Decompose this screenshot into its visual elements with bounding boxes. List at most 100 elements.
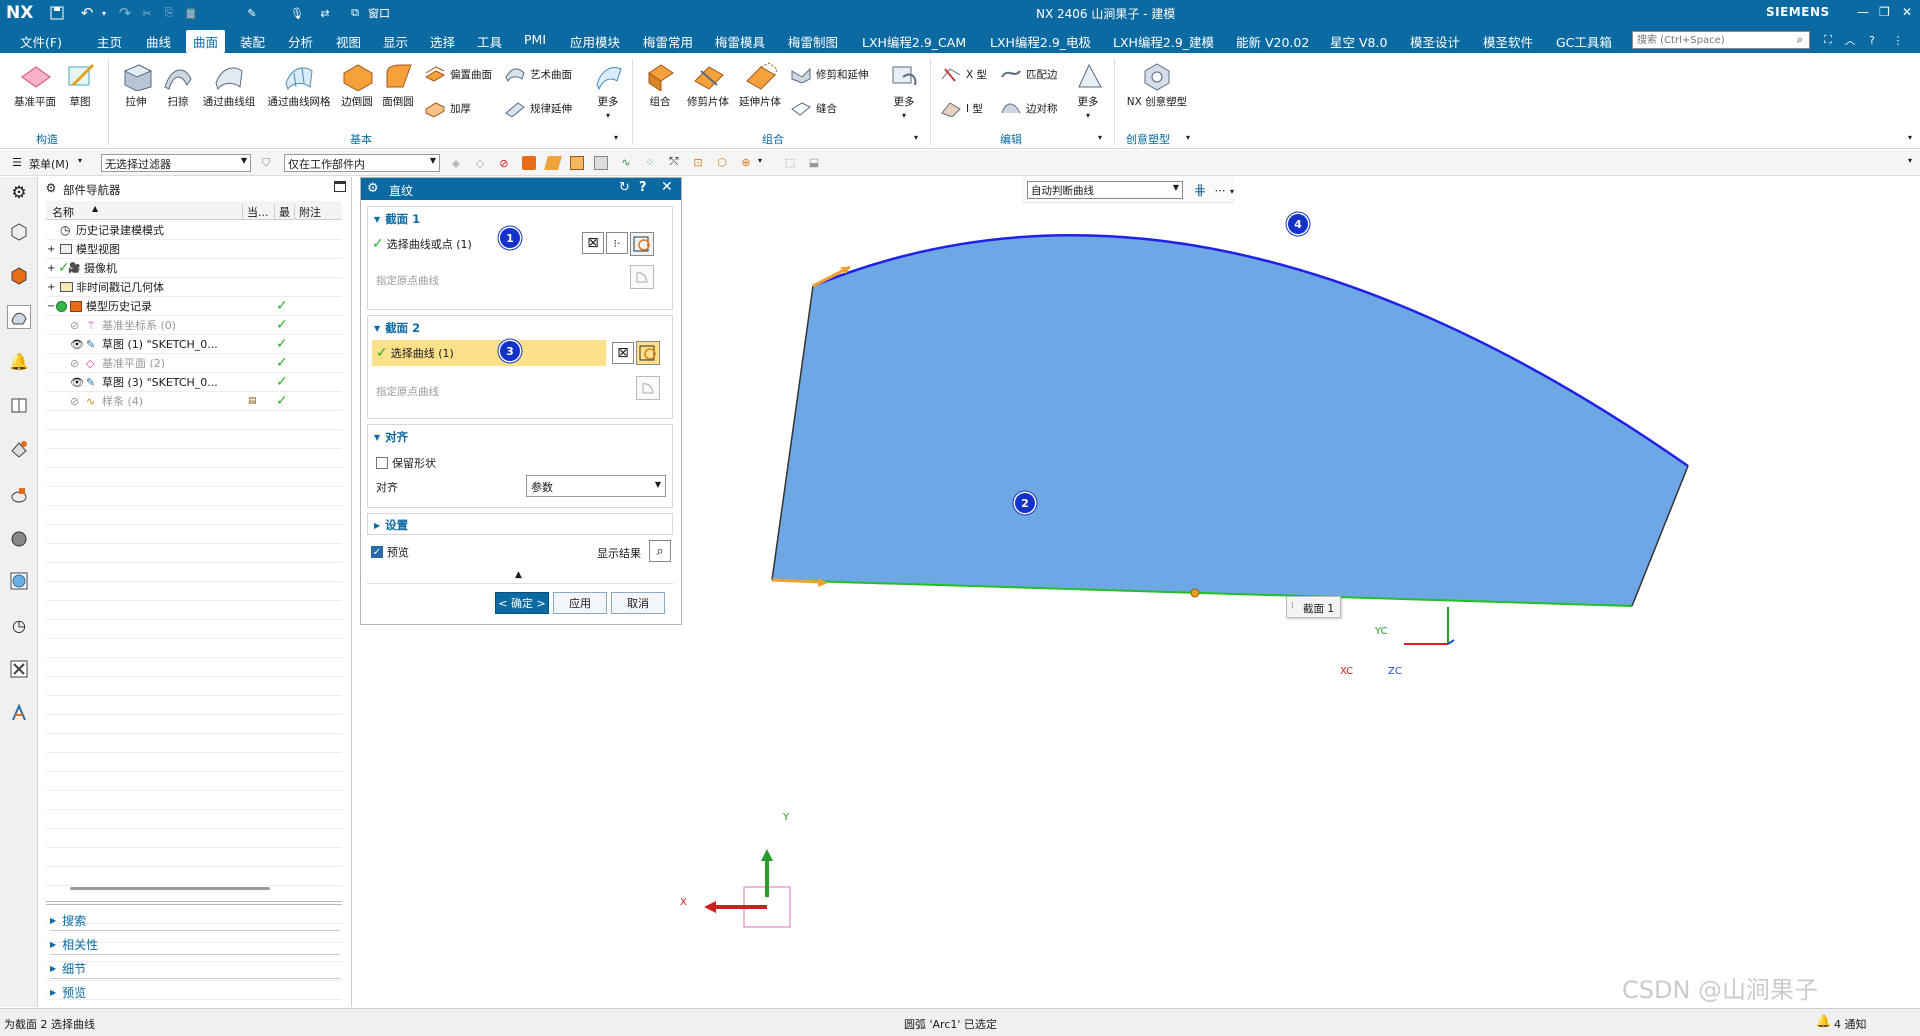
save-icon[interactable] xyxy=(48,4,66,22)
eye-icon[interactable]: 👁 xyxy=(70,338,84,351)
invert-selection-icon[interactable]: ⬓ xyxy=(806,154,822,170)
section-details[interactable]: ▶ 细节 xyxy=(50,960,86,977)
redo-icon[interactable]: ↷ xyxy=(116,4,134,22)
menu-nengxin[interactable]: 能新 V20.02 xyxy=(1236,32,1309,51)
deselect-icon[interactable]: ◇ xyxy=(472,155,488,171)
ok-button[interactable]: < 确定 > xyxy=(495,592,549,614)
settings-header[interactable]: ▶ 设置 xyxy=(374,517,408,533)
ribbon-options-icon[interactable]: ▾ xyxy=(1908,133,1912,142)
hd3d-icon[interactable] xyxy=(7,437,31,461)
eye-icon[interactable]: 👁 xyxy=(70,376,84,389)
repeat-command-icon[interactable]: ⇄ xyxy=(316,4,334,22)
tree-node-sketch-1[interactable]: 👁 ✎ 草图 (1) "SKETCH_0... ✓ xyxy=(46,335,342,354)
section-1-header[interactable]: ▼ 截面 1 xyxy=(374,211,420,227)
menu-home[interactable]: 主页 xyxy=(97,32,122,51)
edge-symmetry-button[interactable]: 边对称 xyxy=(1000,99,1058,117)
fullscreen-icon[interactable]: ⛶ xyxy=(1820,32,1836,48)
selection-filter-select[interactable]: 无选择过滤器 ▼ xyxy=(101,154,251,172)
panel-splitter[interactable] xyxy=(46,901,342,905)
column-latest[interactable]: 最 xyxy=(274,204,290,220)
preview-checkbox[interactable]: ✓ 预览 xyxy=(371,544,409,560)
combine-button[interactable]: 组合 xyxy=(638,61,682,109)
part-filter-icon[interactable]: ⬡ xyxy=(714,154,730,170)
trim-sheet-button[interactable]: 修剪片体 xyxy=(682,61,734,109)
studio-surface-button[interactable]: 艺术曲面 xyxy=(504,65,572,83)
alignment-select[interactable]: 参数 ▼ xyxy=(526,475,666,497)
datum-plane-button[interactable]: 基准平面 xyxy=(10,61,60,109)
help-icon[interactable]: ? xyxy=(1864,32,1880,48)
undo-dropdown-icon[interactable]: ▾ xyxy=(99,4,109,22)
deselect-x-icon[interactable]: ⊠ xyxy=(582,232,604,254)
section-label-tag[interactable]: ⁞ 截面 1 xyxy=(1286,596,1342,618)
cancel-button[interactable]: 取消 xyxy=(611,592,665,614)
sheet-body-icon[interactable] xyxy=(544,156,562,170)
tree-node-history-mode[interactable]: ◷ 历史记录建模模式 xyxy=(46,221,342,240)
edge-blend-button[interactable]: 边倒圆 xyxy=(338,61,376,109)
command-search-input[interactable] xyxy=(1632,31,1810,49)
part-navigator-icon[interactable] xyxy=(7,263,31,287)
clock-icon[interactable]: ◷ xyxy=(7,613,31,637)
deselect-x-icon[interactable]: ⊠ xyxy=(612,342,634,364)
drag-handle-icon[interactable]: ⁞ xyxy=(1291,601,1294,611)
preserve-shape-checkbox[interactable]: 保留形状 xyxy=(376,455,436,471)
origin-curve-icon[interactable] xyxy=(636,376,660,400)
edit-more-button[interactable]: 更多 ▾ xyxy=(1070,61,1106,121)
hidden-eye-icon[interactable]: ⊘ xyxy=(70,357,79,370)
role-icon[interactable] xyxy=(7,701,31,725)
search-icon[interactable]: ⌕ xyxy=(1792,32,1808,48)
curve-rule-icon[interactable] xyxy=(636,341,660,365)
menu-view[interactable]: 视图 xyxy=(336,32,361,51)
section-dependencies[interactable]: ▶ 相关性 xyxy=(50,936,98,953)
body-icon[interactable] xyxy=(594,156,608,170)
menu-gc-toolbox[interactable]: GC工具箱 xyxy=(1556,32,1612,51)
window-menu[interactable]: 窗口 xyxy=(368,5,390,21)
close-window-button[interactable]: ✕ xyxy=(1902,5,1912,19)
show-result-magnifier-icon[interactable]: ⌕ xyxy=(649,540,671,562)
x-form-button[interactable]: X 型 xyxy=(940,65,987,83)
menu-lxh-cam[interactable]: LXH编程2.9_CAM xyxy=(862,32,966,51)
tree-node-datum-plane[interactable]: ⊘ ◇ 基准平面 (2) ✓ xyxy=(46,354,342,373)
menu-mosheng-design[interactable]: 模圣设计 xyxy=(1410,32,1460,51)
edit-group-dropdown-icon[interactable]: ▾ xyxy=(1098,133,1102,142)
menu-button[interactable]: 菜单(M) xyxy=(29,156,69,172)
section-search[interactable]: ▶ 搜索 xyxy=(50,912,86,929)
section-2-header[interactable]: ▼ 截面 2 xyxy=(374,320,420,336)
point-dialog-icon[interactable]: ⁝· xyxy=(606,232,628,254)
no-entry-icon[interactable]: ⊘ xyxy=(496,155,512,171)
menu-display[interactable]: 显示 xyxy=(383,32,408,51)
tools-icon[interactable] xyxy=(7,657,31,681)
tree-node-unused-items[interactable]: + 非时间戳记几何体 xyxy=(46,278,342,297)
tree-node-sketch-3[interactable]: 👁 ✎ 草图 (3) "SKETCH_0... ✓ xyxy=(46,373,342,392)
basic-more-button[interactable]: 更多 ▾ xyxy=(590,61,626,121)
face-blend-button[interactable]: 面倒圆 xyxy=(378,61,418,109)
menu-meilei-drawing[interactable]: 梅雷制图 xyxy=(788,32,838,51)
section-preview[interactable]: ▶ 预览 xyxy=(50,984,86,1001)
tree-node-model-views[interactable]: + 模型视图 xyxy=(46,240,342,259)
menu-dropdown-icon[interactable]: ▾ xyxy=(78,156,82,165)
column-comment[interactable]: 附注 xyxy=(294,204,321,220)
menu-assembly[interactable]: 装配 xyxy=(240,32,265,51)
menu-meilei-common[interactable]: 梅雷常用 xyxy=(643,32,693,51)
menu-analysis[interactable]: 分析 xyxy=(288,32,313,51)
filter-icon[interactable]: ⛉ xyxy=(258,155,274,171)
menu-pmi[interactable]: PMI xyxy=(524,32,546,47)
paste-icon[interactable]: 📋 xyxy=(182,4,200,22)
origin-curve-icon[interactable] xyxy=(630,265,654,289)
solid-body-icon[interactable] xyxy=(522,156,536,170)
globe-icon[interactable] xyxy=(7,569,31,593)
section-2-select-curve[interactable]: ✓ 选择曲线 (1) xyxy=(372,340,606,366)
menu-tools[interactable]: 工具 xyxy=(477,32,502,51)
point-snap-icon[interactable]: ⊕ xyxy=(738,154,754,170)
snap-icon[interactable]: ⤲ xyxy=(666,154,682,170)
dialog-gear-icon[interactable]: ⚙ xyxy=(367,181,379,196)
fit-select-icon[interactable]: ⊡ xyxy=(690,154,706,170)
surface-navigator-icon[interactable] xyxy=(7,305,31,329)
menu-lxh-electrode[interactable]: LXH编程2.9_电极 xyxy=(990,32,1091,51)
close-icon[interactable]: ✕ xyxy=(661,179,673,195)
microphone-icon[interactable]: 🎙 xyxy=(288,4,306,22)
tree-node-cameras[interactable]: + ✓ 🎥 摄像机 xyxy=(46,259,342,278)
window-switch-icon[interactable]: ⧉ xyxy=(346,4,364,22)
assembly-navigator-icon[interactable] xyxy=(7,219,31,243)
creative-group-dropdown-icon[interactable]: ▾ xyxy=(1186,133,1190,142)
sweep-button[interactable]: 扫掠 xyxy=(160,61,196,109)
